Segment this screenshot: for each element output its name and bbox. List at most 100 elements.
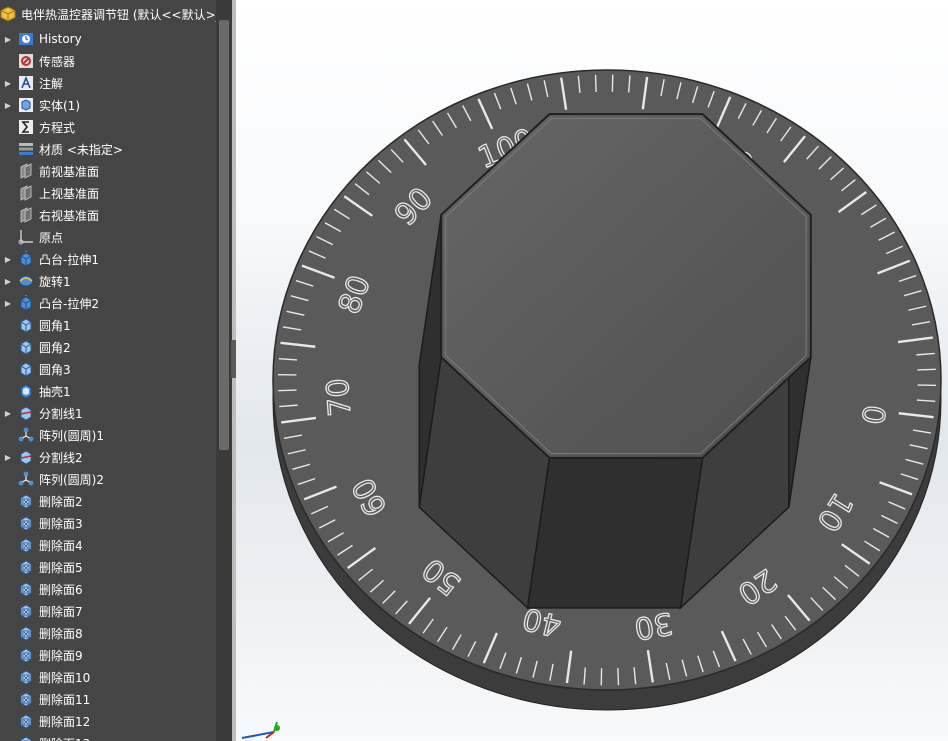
split-line-icon (18, 405, 34, 421)
delete-face-icon (18, 735, 34, 741)
tree-item-label: 删除面12 (39, 714, 91, 729)
dial-scale-label: 70 (321, 377, 359, 418)
tree-item[interactable]: ▶ 实体(1) (0, 94, 216, 116)
tree-item-label: 删除面2 (39, 494, 83, 509)
expand-arrow-icon[interactable]: ▶ (2, 453, 14, 462)
tree-item[interactable]: 阵列(圆周)2 (0, 468, 216, 490)
tree-item[interactable]: 上视基准面 (0, 182, 216, 204)
tree-item[interactable]: ▶ 分割线1 (0, 402, 216, 424)
tree-item[interactable]: ▶ 分割线2 (0, 446, 216, 468)
delete-face-icon (18, 537, 34, 553)
tree-item[interactable]: 圆角2 (0, 336, 216, 358)
tree-item-label: 上视基准面 (39, 186, 100, 201)
expand-arrow-icon[interactable]: ▶ (2, 409, 14, 418)
delete-face-icon (18, 669, 34, 685)
tree-item-label: 实体(1) (39, 98, 80, 113)
plane-icon (18, 207, 34, 223)
tree-item-label: 凸台-拉伸1 (39, 252, 99, 267)
delete-face-icon (18, 713, 34, 729)
circular-pattern-icon (18, 471, 34, 487)
fillet-icon (18, 361, 34, 377)
tree-item-label: 删除面3 (39, 516, 83, 531)
tree-item[interactable]: 传感器 (0, 50, 216, 72)
dial-tick (278, 389, 297, 392)
split-line-icon (18, 449, 34, 465)
tree-item-label: 圆角1 (39, 318, 71, 333)
tree-item[interactable]: 删除面7 (0, 600, 216, 622)
tree-item-label: 阵列(圆周)2 (39, 472, 104, 487)
tree-item[interactable]: 右视基准面 (0, 204, 216, 226)
knob-top-face (440, 113, 812, 459)
graphics-viewport[interactable]: 0102030405060708090100110120 (236, 0, 948, 741)
knob-side-face (526, 457, 704, 609)
tree-item[interactable]: 删除面13 (0, 732, 216, 741)
triad-icon (241, 721, 280, 739)
tree-item[interactable]: ▶ 注解 (0, 72, 216, 94)
knob-model-view[interactable]: 0102030405060708090100110120 (236, 0, 948, 741)
expand-arrow-icon[interactable]: ▶ (2, 35, 14, 44)
tree-scrollbar-thumb[interactable] (219, 20, 229, 450)
tree-item[interactable]: ▶ 旋转1 (0, 270, 216, 292)
delete-face-icon (18, 691, 34, 707)
delete-face-icon (18, 625, 34, 641)
expand-arrow-icon[interactable]: ▶ (2, 79, 14, 88)
shell-icon (18, 383, 34, 399)
sensor-icon (18, 53, 34, 69)
boss-extrude-icon (18, 295, 34, 311)
tree-item[interactable]: 删除面6 (0, 578, 216, 600)
tree-item[interactable]: 删除面10 (0, 666, 216, 688)
circular-pattern-icon (18, 427, 34, 443)
tree-item[interactable]: 删除面9 (0, 644, 216, 666)
tree-item-label: 圆角3 (39, 362, 71, 377)
tree-item-label: 分割线1 (39, 406, 83, 421)
dial-scale-label: 30 (632, 605, 676, 646)
tree-item[interactable]: 删除面11 (0, 688, 216, 710)
tree-item-label: 阵列(圆周)1 (39, 428, 104, 443)
tree-item-label: 原点 (39, 230, 64, 245)
expand-arrow-icon[interactable]: ▶ (2, 255, 14, 264)
tree-item[interactable]: 删除面3 (0, 512, 216, 534)
tree-item[interactable]: 圆角3 (0, 358, 216, 380)
delete-face-icon (18, 559, 34, 575)
tree-item-label: 右视基准面 (39, 208, 100, 223)
tree-item[interactable]: ▶ 凸台-拉伸2 (0, 292, 216, 314)
tree-item[interactable]: 原点 (0, 226, 216, 248)
tree-item-label: 方程式 (39, 120, 76, 135)
tree-item[interactable]: 删除面4 (0, 534, 216, 556)
delete-face-icon (18, 581, 34, 597)
solid-body-icon (18, 97, 34, 113)
part-root-label: 电伴热温控器调节钮 (默认<<默认>_ (21, 7, 216, 22)
tree-item[interactable]: 删除面2 (0, 490, 216, 512)
revolve-icon (18, 273, 34, 289)
tree-item[interactable]: ▶ History (0, 28, 216, 50)
feature-tree-list: 电伴热温控器调节钮 (默认<<默认>_ ▶ History 传感器 ▶ 注解 ▶ 实体(1)… (0, 0, 216, 741)
tree-item[interactable]: 方程式 (0, 116, 216, 138)
plane-icon (18, 163, 34, 179)
tree-item-label: 注解 (39, 76, 64, 91)
tree-item[interactable]: 删除面5 (0, 556, 216, 578)
tree-item[interactable]: ▶ 凸台-拉伸1 (0, 248, 216, 270)
delete-face-icon (18, 647, 34, 663)
tree-scrollbar[interactable] (216, 0, 232, 741)
part-root-node[interactable]: 电伴热温控器调节钮 (默认<<默认>_ (0, 0, 216, 28)
expand-arrow-icon[interactable]: ▶ (2, 101, 14, 110)
tree-item[interactable]: 阵列(圆周)1 (0, 424, 216, 446)
tree-item[interactable]: 删除面8 (0, 622, 216, 644)
tree-item[interactable]: 抽壳1 (0, 380, 216, 402)
expand-arrow-icon[interactable]: ▶ (2, 277, 14, 286)
tree-item[interactable]: 材质 <未指定> (0, 138, 216, 160)
tree-item-label: 抽壳1 (39, 384, 71, 399)
dial-tick (594, 74, 597, 92)
delete-face-icon (18, 603, 34, 619)
tree-item-label: 删除面8 (39, 626, 83, 641)
expand-arrow-icon[interactable]: ▶ (2, 299, 14, 308)
tree-item-label: 删除面6 (39, 582, 83, 597)
tree-item[interactable]: 前视基准面 (0, 160, 216, 182)
origin-icon (18, 229, 34, 245)
tree-item[interactable]: 删除面12 (0, 710, 216, 732)
tree-item-label: 分割线2 (39, 450, 83, 465)
tree-item[interactable]: 圆角1 (0, 314, 216, 336)
fillet-icon (18, 339, 34, 355)
knob-body (418, 113, 812, 610)
tree-item-label: History (39, 32, 82, 46)
